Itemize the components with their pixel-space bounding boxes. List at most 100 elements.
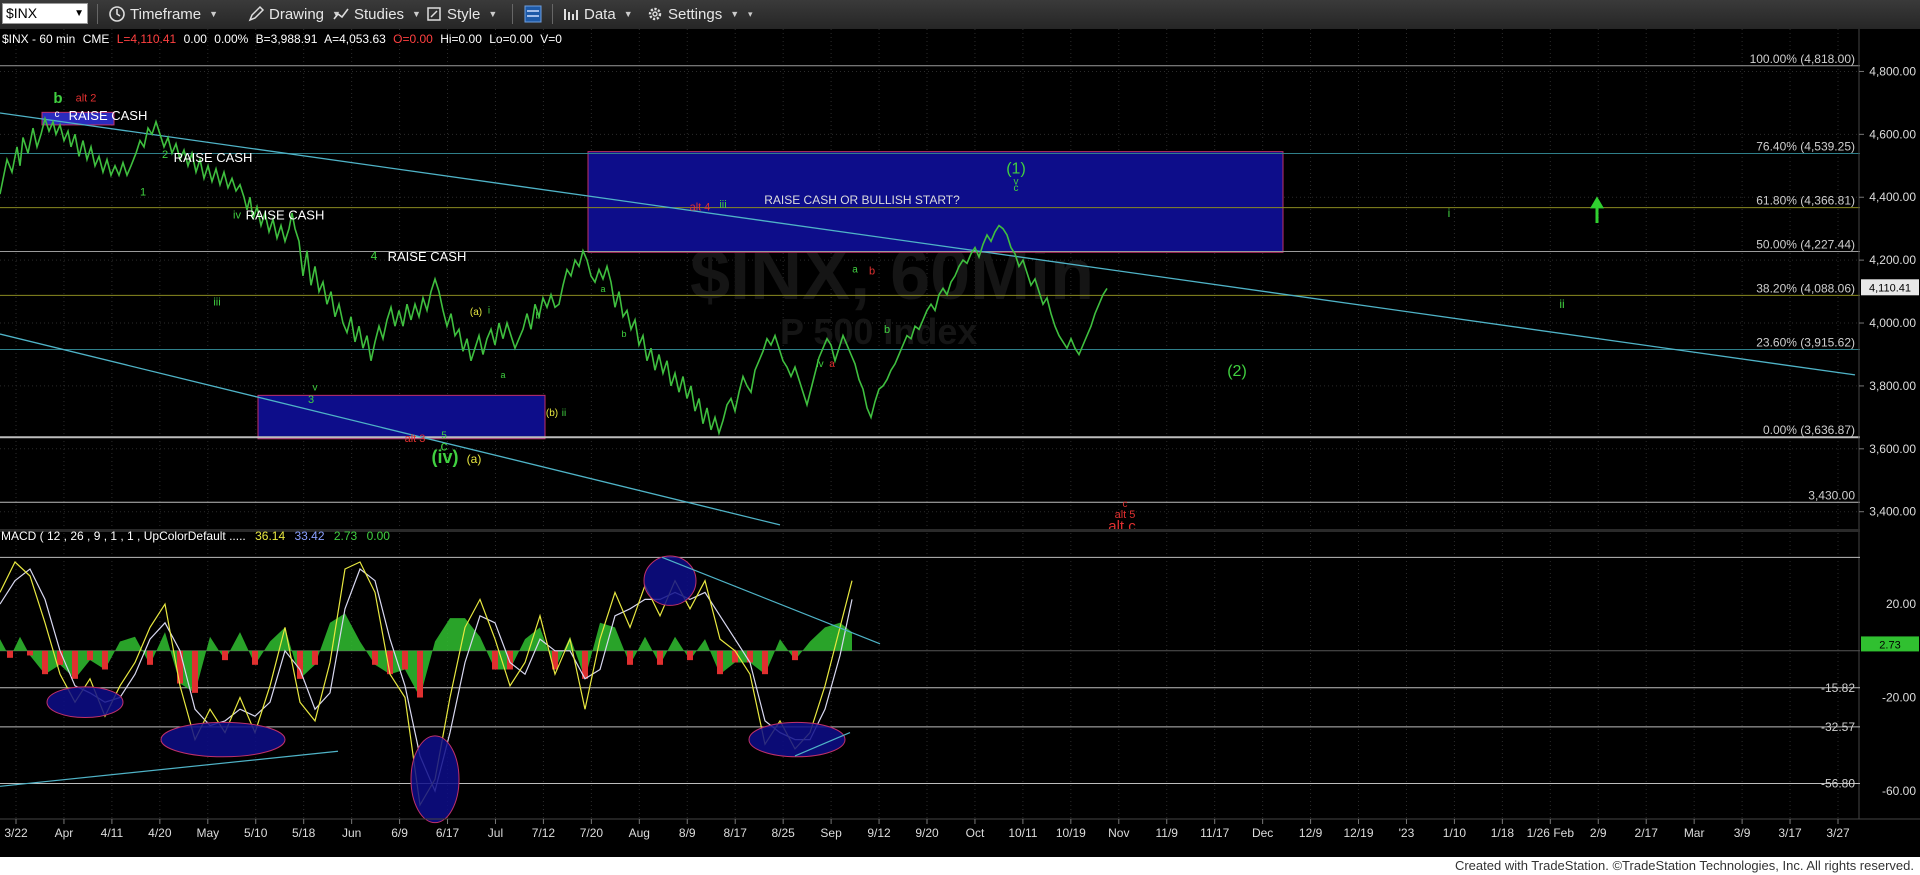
date-tick-label: 8/9 xyxy=(679,826,696,840)
macd-value: 36.14 xyxy=(255,529,285,543)
fib-level-label: 76.40% (4,539.25) xyxy=(1756,139,1855,153)
settings-label: Settings xyxy=(668,5,723,23)
macd-histogram-bar-negative xyxy=(402,650,408,670)
wave-label: i xyxy=(488,306,490,317)
wave-label: iv xyxy=(233,210,241,222)
macd-tick-label: -20.00 xyxy=(1882,691,1916,705)
symbol-dropdown-icon[interactable]: ▼ xyxy=(74,4,84,23)
drawing-menu-button[interactable]: Drawing ▼ xyxy=(247,3,341,25)
symbol-value: $INX xyxy=(6,5,38,21)
timeframe-label: Timeframe xyxy=(130,5,202,23)
date-tick-label: Jun xyxy=(342,826,361,840)
toolbar-overflow-button[interactable]: ▾ xyxy=(744,3,753,25)
date-tick-label: Apr xyxy=(55,826,74,840)
date-tick-label: 3/9 xyxy=(1734,826,1751,840)
macd-level-label: -15.82 xyxy=(1821,681,1855,695)
wave-label: iii xyxy=(213,297,220,309)
fib-level-label: 23.60% (3,915.62) xyxy=(1756,336,1855,350)
date-tick-label: 5/18 xyxy=(292,826,316,840)
wave-label: (2) xyxy=(1227,363,1247,380)
date-tick-label: 6/9 xyxy=(391,826,408,840)
layout-button[interactable] xyxy=(522,3,544,25)
macd-histogram-bar-negative xyxy=(42,650,48,675)
divergence-ellipse xyxy=(748,721,846,758)
wave-label: RAISE CASH xyxy=(174,150,253,165)
chevron-down-icon: ▼ xyxy=(730,9,740,19)
toolbar-separator xyxy=(512,4,513,24)
date-tick-label: 12/19 xyxy=(1344,826,1374,840)
macd-histogram-bar-negative xyxy=(312,650,318,665)
ask-field: A=4,053.63 xyxy=(324,32,386,46)
style-menu-button[interactable]: Style ▼ xyxy=(425,3,497,25)
macd-legend-title: MACD ( 12 , 26 , 9 , 1 , 1 , UpColorDefa… xyxy=(1,529,246,543)
high-field: Hi=0.00 xyxy=(440,32,482,46)
footer: Created with TradeStation. ©TradeStation… xyxy=(0,857,1920,875)
date-tick-label: 1/18 xyxy=(1491,826,1515,840)
wave-label: ii xyxy=(1559,297,1564,311)
wave-label: 4 xyxy=(371,249,378,263)
price-tick-label: 3,800.00 xyxy=(1869,379,1916,393)
date-tick-label: Aug xyxy=(629,826,650,840)
macd-histogram-bar-negative xyxy=(492,650,498,670)
wave-label: a xyxy=(500,370,505,380)
date-tick-label: 1/10 xyxy=(1443,826,1467,840)
support-line-label: 3,430.00 xyxy=(1808,488,1855,502)
macd-histogram-bar-negative xyxy=(222,650,228,661)
wave-label: ii xyxy=(562,408,566,419)
date-tick-label: 5/10 xyxy=(244,826,268,840)
open-field: O=0.00 xyxy=(393,32,433,46)
macd-histogram-bar-negative xyxy=(72,650,78,679)
date-tick-label: 1/26 Feb xyxy=(1527,826,1575,840)
wave-label: 1 xyxy=(140,187,146,199)
settings-menu-button[interactable]: Settings ▼ xyxy=(646,3,739,25)
symbol-input[interactable]: $INX ▼ xyxy=(2,3,88,24)
date-tick-label: 12/9 xyxy=(1299,826,1323,840)
wave-label: i xyxy=(1448,206,1451,220)
wave-label: alt 4 xyxy=(690,201,711,213)
fib-level-label: 61.80% (4,366.81) xyxy=(1756,194,1855,208)
timeframe-menu-button[interactable]: Timeframe ▼ xyxy=(108,3,218,25)
date-tick-label: 7/20 xyxy=(580,826,604,840)
low-field: Lo=0.00 xyxy=(489,32,533,46)
divergence-ellipse xyxy=(160,721,286,758)
wave-label: iii xyxy=(719,199,726,211)
macd-tick-label: -60.00 xyxy=(1882,784,1916,798)
macd-histogram-bar-negative xyxy=(732,650,738,663)
date-tick-label: 7/12 xyxy=(532,826,556,840)
price-tick-label: 4,000.00 xyxy=(1869,316,1916,330)
macd-histogram-bar-negative xyxy=(57,650,63,665)
date-tick-label: Mar xyxy=(1684,826,1705,840)
macd-histogram-bar-negative xyxy=(657,650,663,665)
date-tick-label: 8/17 xyxy=(724,826,748,840)
fib-level-label: 50.00% (4,227.44) xyxy=(1756,238,1855,252)
macd-histogram-bar-negative xyxy=(252,650,258,665)
date-tick-label: May xyxy=(196,826,219,840)
date-tick-label: Sep xyxy=(820,826,842,840)
macd-diff-value: 2.73 xyxy=(334,529,358,543)
wave-label: RAISE CASH xyxy=(246,207,325,222)
fib-level-label: 100.00% (4,818.00) xyxy=(1750,52,1855,66)
wave-label: b xyxy=(869,265,875,277)
macd-histogram-bar-negative xyxy=(192,650,198,693)
macd-signal-value: 33.42 xyxy=(294,529,324,543)
macd-histogram-bar-negative xyxy=(627,650,633,665)
macd-histogram-bar-negative xyxy=(7,650,13,658)
macd-histogram-bar-negative xyxy=(147,650,153,665)
price-tick-label: 4,600.00 xyxy=(1869,127,1916,141)
drawing-label: Drawing xyxy=(269,5,325,23)
date-tick-label: Dec xyxy=(1252,826,1273,840)
studies-icon xyxy=(333,8,349,20)
date-tick-label: 2/9 xyxy=(1590,826,1607,840)
data-menu-button[interactable]: Data ▼ xyxy=(562,3,633,25)
studies-menu-button[interactable]: Studies ▼ xyxy=(332,3,421,25)
chart-area[interactable]: $INX, 60Min P 500 Index 100.00% (4,818.0… xyxy=(0,29,1920,857)
wave-label: RAISE CASH OR BULLISH START? xyxy=(764,193,960,207)
pct-change-field: 0.00% xyxy=(214,32,248,46)
chart-toolbar: $INX ▼ Timeframe ▼ Drawing ▼ Studies ▼ Styl… xyxy=(0,0,1920,30)
wave-label: RAISE CASH xyxy=(388,249,467,264)
wave-label: RAISE CASH xyxy=(69,108,148,123)
price-tick-label: 3,600.00 xyxy=(1869,442,1916,456)
layout-icon xyxy=(524,5,542,23)
wave-label: iv xyxy=(816,359,823,370)
wave-label: 2 xyxy=(162,149,168,161)
